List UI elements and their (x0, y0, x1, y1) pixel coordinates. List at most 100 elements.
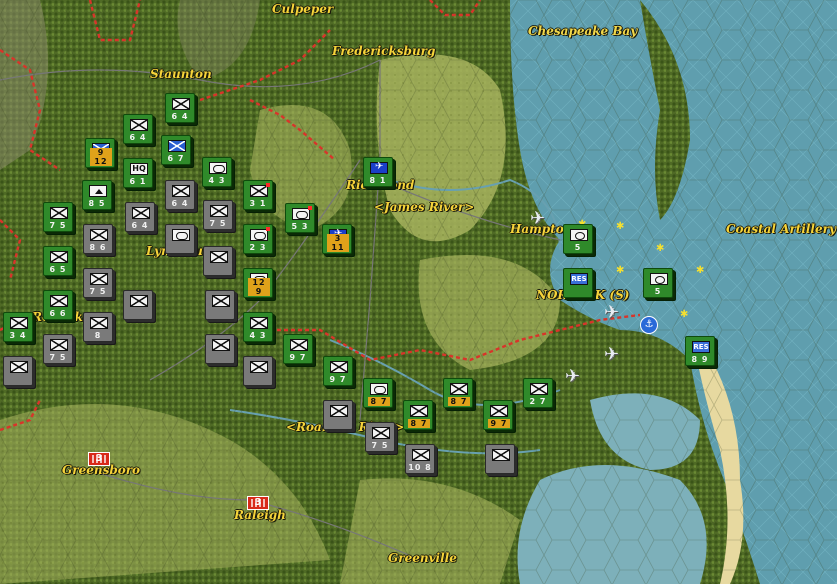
infantry-icon (250, 361, 268, 373)
infantry-icon (210, 251, 228, 263)
reserve-icon: RES (570, 273, 588, 285)
infantry-icon (450, 383, 468, 395)
star-icon: ✱ (656, 243, 665, 254)
armor-icon (172, 229, 190, 241)
unit-counter[interactable]: 3 4 (3, 312, 33, 342)
anchor-icon[interactable]: ⚓ (640, 316, 658, 334)
infantry-icon (172, 98, 190, 110)
star-icon: ✱ (696, 265, 705, 276)
enemy-unit-counter[interactable]: 8 6 (83, 224, 113, 254)
enemy-unit-counter[interactable] (485, 444, 515, 474)
enemy-unit-counter[interactable]: 7 5 (43, 334, 73, 364)
infantry-icon (410, 405, 428, 417)
infantry-icon (212, 295, 230, 307)
infantry-icon (212, 339, 230, 351)
infantry-icon (492, 449, 510, 461)
unit-counter[interactable]: 8 5 (82, 180, 112, 210)
enemy-unit-counter[interactable] (165, 224, 195, 254)
infantry-icon (130, 119, 148, 131)
infantry-icon (50, 251, 68, 263)
enemy-unit-counter[interactable] (203, 246, 233, 276)
enemy-unit-counter[interactable] (205, 334, 235, 364)
unit-counter[interactable]: 8 7 (363, 378, 393, 408)
air-unit-counter[interactable]: 8 1 (363, 157, 393, 187)
infantry-icon (50, 207, 68, 219)
infantry-icon (330, 405, 348, 417)
cavalry-icon (168, 140, 186, 152)
enemy-unit-counter[interactable] (323, 400, 353, 430)
unit-counter[interactable]: 6 7 (161, 135, 191, 165)
unit-counter[interactable]: 6 4 (123, 114, 153, 144)
infantry-icon (372, 427, 390, 439)
unit-counter[interactable]: 9 7 (483, 400, 513, 430)
star-icon: ✱ (680, 309, 689, 320)
unit-counter[interactable]: 6 6 (43, 290, 73, 320)
unit-counter[interactable]: 9 7 (323, 356, 353, 386)
armor-icon (370, 383, 388, 395)
airfield-icon[interactable]: ✈ (530, 210, 545, 228)
unit-counter[interactable]: 8 7 (443, 378, 473, 408)
enemy-unit-counter[interactable] (3, 356, 33, 386)
infantry-icon (330, 361, 348, 373)
unit-counter[interactable]: 4 3 (202, 157, 232, 187)
infantry-icon (132, 207, 150, 219)
hq-unit-counter[interactable]: HQ 6 1 (123, 158, 153, 188)
mountain-icon (89, 185, 107, 197)
victory-city-marker-greensboro[interactable]: 3 (88, 452, 110, 466)
star-icon: ✱ (616, 221, 625, 232)
victory-city-marker-raleigh[interactable]: 3 (247, 496, 269, 510)
unit-counter[interactable]: 6 4 (165, 93, 195, 123)
airfield-icon[interactable]: ✈ (604, 346, 619, 364)
enemy-unit-counter[interactable] (243, 356, 273, 386)
enemy-unit-counter[interactable]: 10 8 (405, 444, 435, 474)
unit-counter[interactable]: 5 3 (285, 203, 315, 233)
city-label-raleigh: Raleigh (234, 508, 286, 522)
enemy-unit-counter[interactable]: 6 4 (165, 180, 195, 210)
airfield-icon[interactable]: ✈ (604, 304, 619, 322)
coastal-unit-counter[interactable]: 5 (563, 224, 593, 254)
infantry-icon (210, 205, 228, 217)
unit-counter[interactable]: 9 12 (85, 138, 115, 168)
unit-counter[interactable]: 2 3 (243, 224, 273, 254)
enemy-unit-counter[interactable] (123, 290, 153, 320)
city-label-fredericksburg: Fredericksburg (332, 44, 436, 58)
infantry-icon (50, 339, 68, 351)
enemy-unit-counter[interactable]: 7 5 (203, 200, 233, 230)
unit-counter[interactable]: 4 3 (243, 312, 273, 342)
star-icon: ✱ (616, 265, 625, 276)
airfield-icon[interactable]: ✈ (565, 368, 580, 386)
air-unit-counter[interactable]: 3 11 (322, 224, 352, 254)
infantry-icon (50, 295, 68, 307)
air-icon (370, 161, 388, 174)
enemy-unit-counter[interactable]: 7 5 (83, 268, 113, 298)
unit-counter[interactable]: 6 5 (43, 246, 73, 276)
infantry-icon (90, 229, 108, 241)
armor-icon (209, 162, 227, 174)
unit-counter[interactable]: 12 9 (243, 268, 273, 298)
infantry-icon (290, 339, 308, 351)
infantry-icon (490, 405, 508, 417)
coastal-icon (570, 229, 588, 241)
unit-counter[interactable]: 2 7 (523, 378, 553, 408)
unit-counter[interactable]: 8 7 (403, 400, 433, 430)
unit-counter[interactable]: 7 5 (43, 202, 73, 232)
unit-counter[interactable]: 3 1 (243, 180, 273, 210)
coastal-unit-counter[interactable]: 5 (643, 268, 673, 298)
river-label-james: <James River> (374, 200, 475, 214)
reserve-unit-counter[interactable]: RES (563, 268, 593, 298)
unit-counter[interactable]: 9 7 (283, 334, 313, 364)
enemy-unit-counter[interactable]: 6 4 (125, 202, 155, 232)
reserve-unit-counter[interactable]: RES 8 9 (685, 336, 715, 366)
infantry-icon (90, 317, 108, 329)
enemy-unit-counter[interactable]: 7 5 (365, 422, 395, 452)
infantry-icon (130, 295, 148, 307)
hq-icon: HQ (130, 163, 148, 175)
infantry-icon (10, 361, 28, 373)
enemy-unit-counter[interactable] (205, 290, 235, 320)
city-label-greenville: Greenville (388, 551, 457, 565)
game-map[interactable]: Culpeper Fredericksburg Chesapeake Bay S… (0, 0, 837, 584)
enemy-unit-counter[interactable]: 8 (83, 312, 113, 342)
reserve-icon: RES (692, 341, 710, 353)
infantry-icon (90, 273, 108, 285)
infantry-icon (172, 185, 190, 197)
